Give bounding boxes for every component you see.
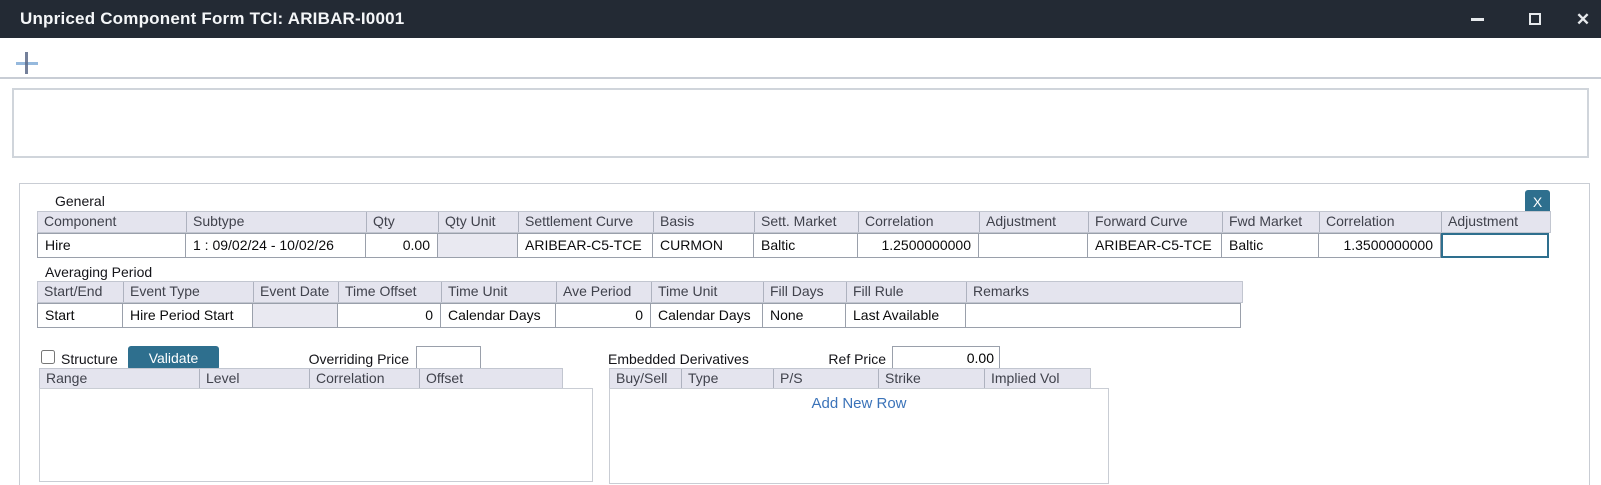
column-header-subtype: Subtype xyxy=(187,212,367,232)
column-header-settlement-curve: Settlement Curve xyxy=(519,212,654,232)
add-tab-button[interactable] xyxy=(14,50,40,76)
sett-market-cell[interactable]: Baltic xyxy=(754,233,858,258)
column-header-strike: Strike xyxy=(879,369,985,389)
averaging-header-row: Start/End Event Type Event Date Time Off… xyxy=(37,281,1243,303)
fwd-correlation-cell[interactable]: 1.3500000000 xyxy=(1319,233,1441,258)
column-header-fwd-adjustment: Adjustment xyxy=(1442,212,1550,232)
embedded-derivatives-label: Embedded Derivatives xyxy=(608,351,749,367)
column-header-time-unit: Time Unit xyxy=(442,282,557,302)
averaging-section-label: Averaging Period xyxy=(45,264,152,280)
time-offset-cell[interactable]: 0 xyxy=(338,303,441,328)
embedded-header-row: Buy/Sell Type P/S Strike Implied Vol xyxy=(609,368,1091,390)
remarks-cell[interactable] xyxy=(966,303,1241,328)
ref-price-label: Ref Price xyxy=(786,351,886,367)
column-header-qty: Qty xyxy=(367,212,439,232)
column-header-qty-unit: Qty Unit xyxy=(439,212,519,232)
range-table: Range Level Correlation Offset xyxy=(39,368,563,390)
adjustment-cell[interactable] xyxy=(979,233,1088,258)
fwd-market-cell[interactable]: Baltic xyxy=(1222,233,1319,258)
column-header-type: Type xyxy=(682,369,774,389)
event-type-cell[interactable]: Hire Period Start xyxy=(123,303,253,328)
add-new-row-link[interactable]: Add New Row xyxy=(610,395,1108,412)
column-header-fill-days: Fill Days xyxy=(764,282,847,302)
column-header-fwd-correlation: Correlation xyxy=(1320,212,1442,232)
embedded-derivatives-table: Buy/Sell Type P/S Strike Implied Vol xyxy=(609,368,1091,390)
blank-summary-box xyxy=(12,88,1589,158)
column-header-forward-curve: Forward Curve xyxy=(1089,212,1223,232)
window-title: Unpriced Component Form TCI: ARIBAR-I000… xyxy=(20,0,404,38)
minimize-icon xyxy=(1471,18,1484,21)
close-icon: ✕ xyxy=(1576,11,1590,28)
fill-days-cell[interactable]: None xyxy=(763,303,846,328)
titlebar: Unpriced Component Form TCI: ARIBAR-I000… xyxy=(0,0,1601,38)
column-header-start-end: Start/End xyxy=(38,282,124,302)
ave-period-cell[interactable]: 0 xyxy=(556,303,651,328)
component-cell[interactable]: Hire xyxy=(37,233,186,258)
basis-cell[interactable]: CURMON xyxy=(653,233,754,258)
overriding-price-label: Overriding Price xyxy=(259,351,409,367)
general-header-row: Component Subtype Qty Qty Unit Settlemen… xyxy=(37,211,1551,233)
column-header-offset: Offset xyxy=(420,369,562,389)
settlement-curve-cell[interactable]: ARIBEAR-C5-TCE xyxy=(518,233,653,258)
averaging-table: Start/End Event Type Event Date Time Off… xyxy=(37,281,1243,328)
ave-time-unit-cell[interactable]: Calendar Days xyxy=(651,303,763,328)
column-header-time-offset: Time Offset xyxy=(339,282,442,302)
ref-price-input[interactable] xyxy=(892,346,1000,369)
component-form-panel: General X Component Subtype Qty Qty Unit… xyxy=(19,183,1590,485)
fwd-adjustment-cell-focused[interactable] xyxy=(1441,233,1549,258)
general-table: Component Subtype Qty Qty Unit Settlemen… xyxy=(37,211,1551,258)
column-header-ave-period: Ave Period xyxy=(557,282,652,302)
forward-curve-cell[interactable]: ARIBEAR-C5-TCE xyxy=(1088,233,1222,258)
minimize-button[interactable] xyxy=(1460,0,1494,38)
column-header-event-type: Event Type xyxy=(124,282,254,302)
close-window-button[interactable]: ✕ xyxy=(1566,0,1600,38)
column-header-correlation: Correlation xyxy=(859,212,980,232)
range-table-body xyxy=(39,388,593,482)
unpriced-component-window: Unpriced Component Form TCI: ARIBAR-I000… xyxy=(0,0,1601,485)
maximize-button[interactable] xyxy=(1518,0,1552,38)
general-data-row: Hire 1 : 09/02/24 - 10/02/26 0.00 ARIBEA… xyxy=(37,233,1551,258)
overriding-price-input[interactable] xyxy=(416,346,481,369)
column-header-ave-time-unit: Time Unit xyxy=(652,282,764,302)
column-header-range: Range xyxy=(40,369,200,389)
column-header-implied-vol: Implied Vol xyxy=(985,369,1090,389)
column-header-ps: P/S xyxy=(774,369,879,389)
column-header-sett-market: Sett. Market xyxy=(755,212,859,232)
structure-checkbox[interactable] xyxy=(41,350,55,364)
qty-cell[interactable]: 0.00 xyxy=(366,233,438,258)
column-header-basis: Basis xyxy=(654,212,755,232)
start-end-cell[interactable]: Start xyxy=(37,303,123,328)
qty-unit-cell xyxy=(438,233,518,258)
range-header-row: Range Level Correlation Offset xyxy=(39,368,563,390)
column-header-fwd-market: Fwd Market xyxy=(1223,212,1320,232)
fill-rule-cell[interactable]: Last Available xyxy=(846,303,966,328)
column-header-level: Level xyxy=(200,369,310,389)
correlation-cell[interactable]: 1.2500000000 xyxy=(858,233,979,258)
embedded-table-body: Add New Row xyxy=(609,388,1109,484)
general-section-label: General xyxy=(55,193,105,209)
event-date-cell xyxy=(253,303,338,328)
column-header-range-correlation: Correlation xyxy=(310,369,420,389)
column-header-event-date: Event Date xyxy=(254,282,339,302)
maximize-icon xyxy=(1529,13,1541,25)
column-header-fill-rule: Fill Rule xyxy=(847,282,967,302)
validate-button[interactable]: Validate xyxy=(128,346,219,370)
column-header-remarks: Remarks xyxy=(967,282,1242,302)
structure-label: Structure xyxy=(61,351,118,367)
column-header-adjustment: Adjustment xyxy=(980,212,1089,232)
time-unit-cell[interactable]: Calendar Days xyxy=(441,303,556,328)
column-header-buy-sell: Buy/Sell xyxy=(610,369,682,389)
subtype-cell[interactable]: 1 : 09/02/24 - 10/02/26 xyxy=(186,233,366,258)
tabstrip-divider xyxy=(0,77,1601,79)
averaging-data-row: Start Hire Period Start 0 Calendar Days … xyxy=(37,303,1243,328)
column-header-component: Component xyxy=(38,212,187,232)
